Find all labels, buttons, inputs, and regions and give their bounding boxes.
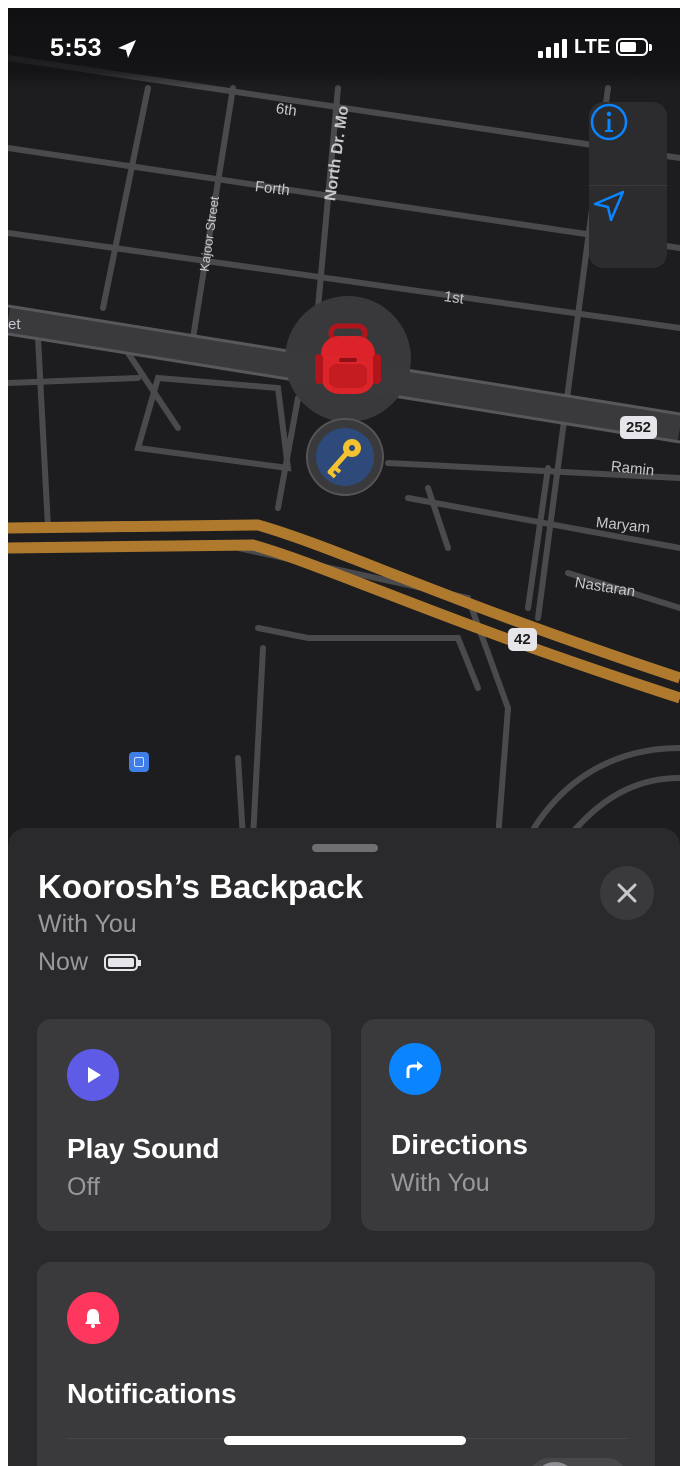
close-button[interactable] [600, 866, 654, 920]
item-detail-sheet[interactable]: Koorosh’s Backpack With You Now Play Sou… [8, 828, 680, 1466]
directions-title: Directions [391, 1129, 528, 1160]
close-icon [617, 883, 637, 903]
play-icon [67, 1049, 119, 1101]
info-button[interactable] [589, 102, 667, 184]
cellular-signal-icon [538, 39, 567, 58]
status-time: 5:53 [50, 34, 103, 62]
info-icon [590, 103, 628, 141]
item-last-seen: Now [38, 948, 89, 976]
bell-icon [67, 1292, 119, 1344]
item-name: Koorosh’s Backpack [38, 868, 364, 905]
directions-status: With You [391, 1169, 490, 1197]
sheet-grabber[interactable] [312, 844, 378, 852]
location-services-icon [118, 40, 136, 58]
street-label: 6th [274, 100, 298, 120]
notification-toggle[interactable] [529, 1458, 627, 1466]
notifications-title: Notifications [67, 1378, 237, 1409]
key-icon [327, 439, 361, 479]
play-sound-card[interactable]: Play Sound Off [37, 1019, 331, 1231]
directions-card[interactable]: Directions With You [361, 1019, 655, 1231]
street-label: 1st [442, 288, 466, 308]
play-sound-status: Off [67, 1173, 100, 1201]
map-controls [589, 102, 667, 268]
keys-pin[interactable] [306, 418, 384, 496]
backpack-icon [315, 323, 381, 394]
item-battery-icon [104, 954, 141, 971]
backpack-pin[interactable] [285, 296, 411, 422]
status-bar: 5:53 LTE [8, 8, 680, 88]
map-view[interactable]: 6th North Dr. Mo Forth Kajoor Street 1st… [8, 8, 680, 838]
phone-screen: 6th North Dr. Mo Forth Kajoor Street 1st… [8, 8, 680, 1466]
locate-me-button[interactable] [589, 186, 667, 268]
route-shield: 252 [620, 416, 658, 439]
home-indicator[interactable] [224, 1436, 466, 1445]
battery-icon [616, 38, 652, 56]
route-shield: 42 [508, 628, 537, 651]
street-label: et [8, 316, 21, 333]
location-arrow-icon [593, 190, 625, 222]
directions-icon [389, 1043, 441, 1095]
network-type: LTE [574, 36, 611, 58]
item-status: With You [38, 910, 137, 938]
poi-marker[interactable] [129, 752, 149, 772]
play-sound-title: Play Sound [67, 1133, 220, 1164]
